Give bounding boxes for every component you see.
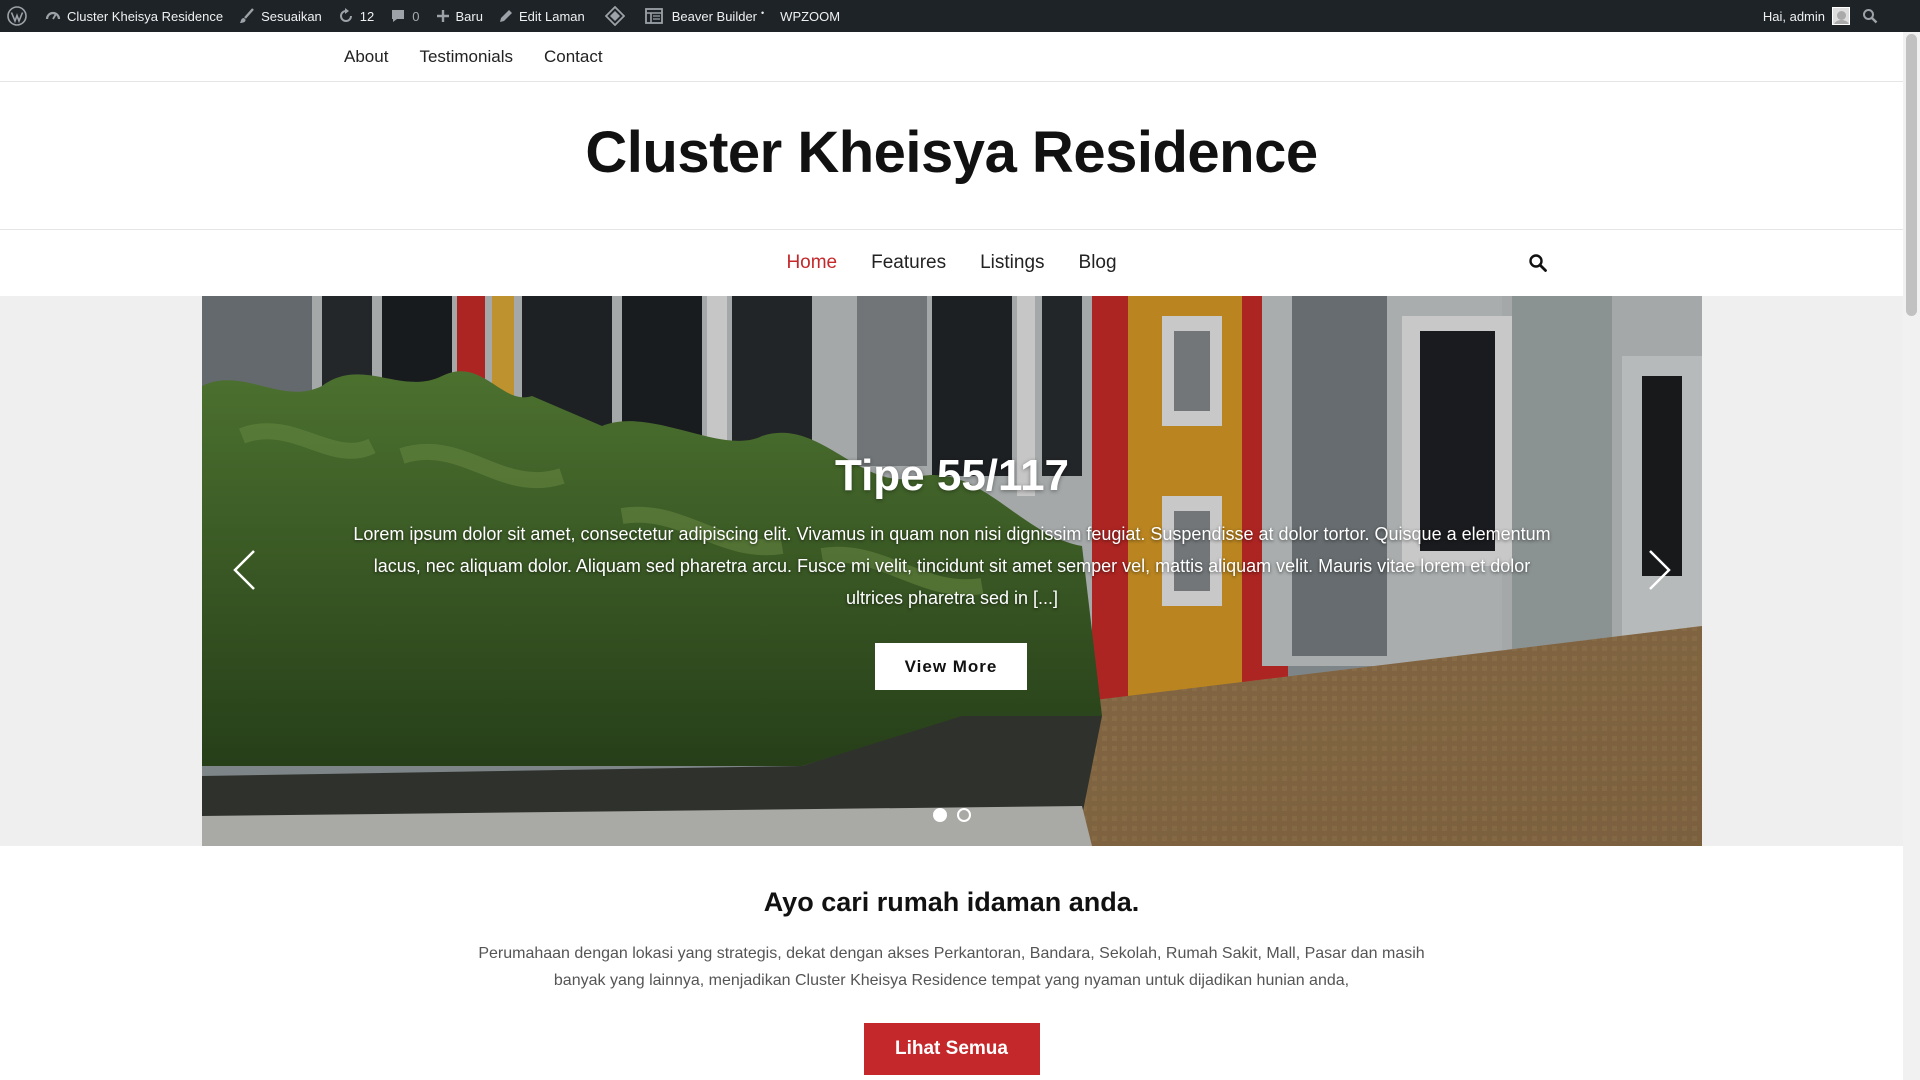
comments-count: 0 xyxy=(412,8,420,24)
search-icon[interactable] xyxy=(1528,253,1548,273)
main-nav-home[interactable]: Home xyxy=(786,252,837,274)
beaver-builder-label: Beaver Builder xyxy=(671,8,758,24)
chevron-right-icon[interactable] xyxy=(1648,549,1672,591)
slide-title[interactable]: Tipe 55/117 xyxy=(202,451,1702,501)
scrollbar-thumb[interactable] xyxy=(1906,34,1917,316)
new-content-label: Baru xyxy=(455,8,483,24)
slide-dot-2[interactable] xyxy=(957,808,971,822)
avatar xyxy=(1832,7,1850,25)
dashboard-icon xyxy=(45,8,61,24)
customize-link[interactable]: Sesuaikan xyxy=(231,0,330,32)
hero-slider: Tipe 55/117 Lorem ipsum dolor sit amet, … xyxy=(202,296,1702,846)
updates-count: 12 xyxy=(359,8,375,24)
main-nav-listings[interactable]: Listings xyxy=(980,252,1044,274)
customize-label: Sesuaikan xyxy=(261,8,322,24)
site-name-label: Cluster Kheisya Residence xyxy=(67,8,224,24)
site-name-link[interactable]: Cluster Kheisya Residence xyxy=(37,0,231,32)
intro-heading: Ayo cari rumah idaman anda. xyxy=(763,887,1140,917)
greeting-label: Hai, admin xyxy=(1762,8,1825,24)
see-all-button[interactable]: Lihat Semua xyxy=(863,1023,1040,1075)
intro-text: Perumahaan dengan lokasi yang strategis,… xyxy=(478,945,1425,989)
edit-page-label: Edit Laman xyxy=(518,8,585,24)
chevron-left-icon[interactable] xyxy=(232,549,256,591)
diamond-icon xyxy=(604,6,625,26)
updates-link[interactable]: 12 xyxy=(330,0,382,32)
slider-pagination xyxy=(202,808,1702,822)
comment-icon xyxy=(390,8,406,24)
updates-icon xyxy=(338,8,354,24)
plus-icon xyxy=(436,9,450,23)
admin-search-button[interactable] xyxy=(1856,0,1884,32)
brush-icon xyxy=(239,8,255,24)
page: About Testimonials Contact Cluster Kheis… xyxy=(0,32,1903,1080)
slide-dot-1[interactable] xyxy=(933,808,947,822)
view-more-button[interactable]: View More xyxy=(875,643,1027,690)
search-icon xyxy=(1862,8,1878,24)
beaver-builder-link[interactable]: Beaver Builder • xyxy=(637,0,772,32)
main-nav-features[interactable]: Features xyxy=(871,252,946,274)
diamond-plugin-button[interactable] xyxy=(593,0,637,32)
slider-section: Tipe 55/117 Lorem ipsum dolor sit amet, … xyxy=(0,296,1903,846)
main-nav: Home Features Listings Blog xyxy=(0,230,1903,296)
top-nav-testimonials[interactable]: Testimonials xyxy=(419,47,513,67)
main-nav-blog[interactable]: Blog xyxy=(1079,252,1117,274)
wordpress-logo-icon xyxy=(7,6,27,26)
account-menu[interactable]: Hai, admin xyxy=(1755,0,1856,32)
site-title[interactable]: Cluster Kheisya Residence xyxy=(585,119,1318,186)
top-nav-contact[interactable]: Contact xyxy=(544,47,603,67)
edit-page-link[interactable]: Edit Laman xyxy=(491,0,593,32)
new-content-link[interactable]: Baru xyxy=(428,0,491,32)
wordpress-logo-button[interactable] xyxy=(0,0,37,32)
pencil-icon xyxy=(499,9,513,23)
wpzoom-label: WPZOOM xyxy=(780,8,841,24)
comments-link[interactable]: 0 xyxy=(382,0,427,32)
top-nav-about[interactable]: About xyxy=(344,47,388,67)
layout-icon xyxy=(644,8,663,24)
page-scrollbar[interactable] xyxy=(1903,32,1920,1080)
wpzoom-link[interactable]: WPZOOM xyxy=(772,0,848,32)
intro-section: Ayo cari rumah idaman anda. Perumahaan d… xyxy=(0,846,1903,1075)
site-header: Cluster Kheisya Residence xyxy=(0,82,1903,230)
admin-bar: Cluster Kheisya Residence Sesuaikan 12 0… xyxy=(0,0,1920,32)
top-nav: About Testimonials Contact xyxy=(0,32,1903,82)
status-dot-icon: • xyxy=(761,7,765,18)
slide-excerpt: Lorem ipsum dolor sit amet, consectetur … xyxy=(353,524,1551,608)
